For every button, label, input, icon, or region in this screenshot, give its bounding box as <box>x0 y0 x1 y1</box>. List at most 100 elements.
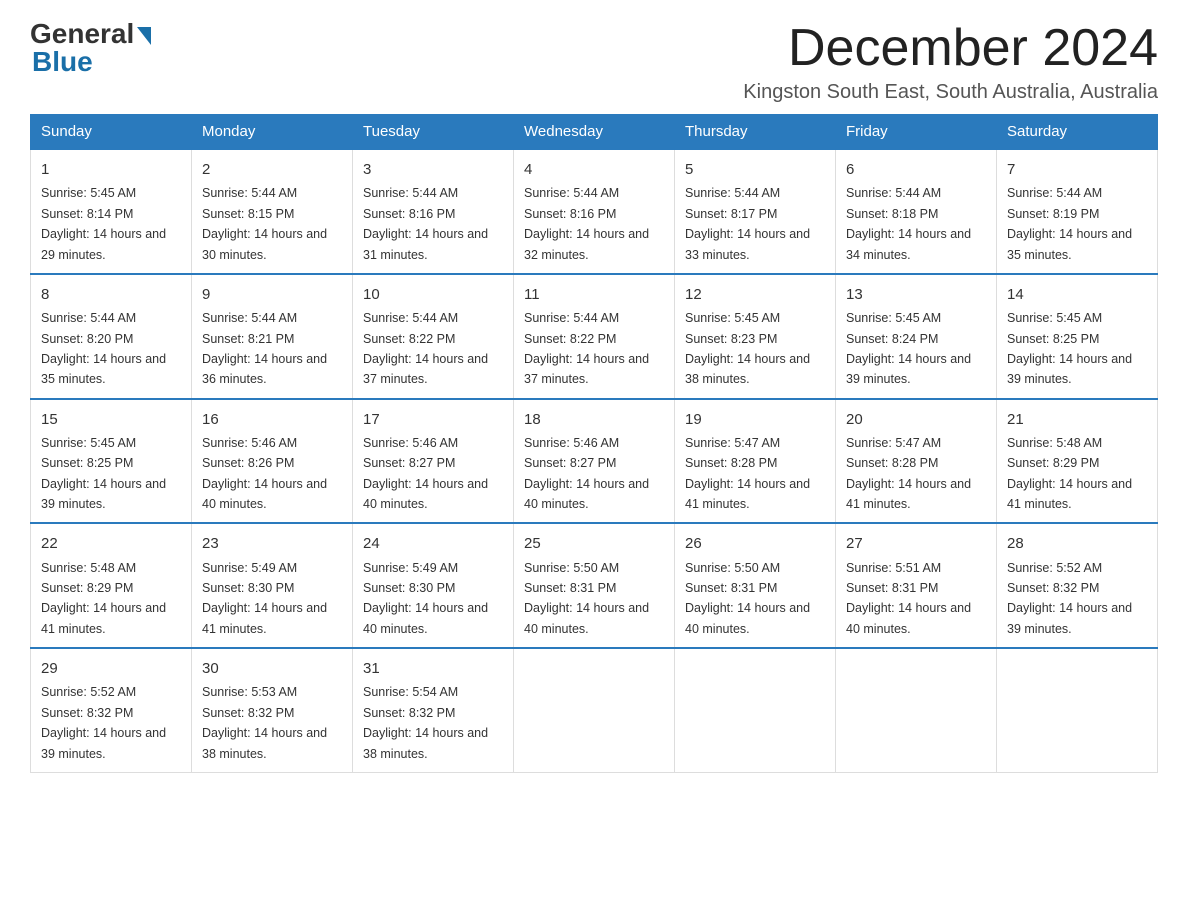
weekday-header-monday: Monday <box>192 115 353 150</box>
calendar-table: SundayMondayTuesdayWednesdayThursdayFrid… <box>30 114 1158 773</box>
day-info: Sunrise: 5:50 AMSunset: 8:31 PMDaylight:… <box>685 561 810 636</box>
calendar-cell: 30 Sunrise: 5:53 AMSunset: 8:32 PMDayligh… <box>192 648 353 772</box>
day-number: 29 <box>41 657 181 680</box>
calendar-cell: 19 Sunrise: 5:47 AMSunset: 8:28 PMDayligh… <box>675 399 836 524</box>
logo-blue-text: Blue <box>32 46 93 78</box>
calendar-week-row: 15 Sunrise: 5:45 AMSunset: 8:25 PMDayligh… <box>31 399 1158 524</box>
day-number: 23 <box>202 532 342 555</box>
calendar-cell <box>514 648 675 772</box>
day-info: Sunrise: 5:53 AMSunset: 8:32 PMDaylight:… <box>202 685 327 760</box>
day-info: Sunrise: 5:45 AMSunset: 8:25 PMDaylight:… <box>1007 311 1132 386</box>
calendar-cell: 21 Sunrise: 5:48 AMSunset: 8:29 PMDayligh… <box>997 399 1158 524</box>
day-number: 14 <box>1007 283 1147 306</box>
day-number: 2 <box>202 158 342 181</box>
day-number: 19 <box>685 408 825 431</box>
day-info: Sunrise: 5:44 AMSunset: 8:22 PMDaylight:… <box>363 311 488 386</box>
day-info: Sunrise: 5:44 AMSunset: 8:20 PMDaylight:… <box>41 311 166 386</box>
month-title: December 2024 <box>743 20 1158 77</box>
calendar-cell <box>836 648 997 772</box>
day-info: Sunrise: 5:45 AMSunset: 8:24 PMDaylight:… <box>846 311 971 386</box>
page-header: General Blue December 2024 Kingston Sout… <box>30 20 1158 104</box>
calendar-cell: 12Sunrise: 5:45 AMSunset: 8:23 PMDayligh… <box>675 274 836 399</box>
day-number: 1 <box>41 158 181 181</box>
day-number: 20 <box>846 408 986 431</box>
day-info: Sunrise: 5:49 AMSunset: 8:30 PMDaylight:… <box>363 561 488 636</box>
calendar-cell: 2 Sunrise: 5:44 AMSunset: 8:15 PMDaylight… <box>192 149 353 274</box>
day-number: 21 <box>1007 408 1147 431</box>
day-info: Sunrise: 5:44 AMSunset: 8:15 PMDaylight:… <box>202 186 327 261</box>
calendar-cell: 20 Sunrise: 5:47 AMSunset: 8:28 PMDayligh… <box>836 399 997 524</box>
day-info: Sunrise: 5:46 AMSunset: 8:26 PMDaylight:… <box>202 436 327 511</box>
calendar-cell: 22 Sunrise: 5:48 AMSunset: 8:29 PMDayligh… <box>31 523 192 648</box>
day-number: 22 <box>41 532 181 555</box>
day-info: Sunrise: 5:47 AMSunset: 8:28 PMDaylight:… <box>846 436 971 511</box>
day-number: 31 <box>363 657 503 680</box>
calendar-cell: 27Sunrise: 5:51 AMSunset: 8:31 PMDayligh… <box>836 523 997 648</box>
day-info: Sunrise: 5:47 AMSunset: 8:28 PMDaylight:… <box>685 436 810 511</box>
day-info: Sunrise: 5:44 AMSunset: 8:18 PMDaylight:… <box>846 186 971 261</box>
calendar-cell: 31Sunrise: 5:54 AMSunset: 8:32 PMDayligh… <box>353 648 514 772</box>
day-number: 4 <box>524 158 664 181</box>
calendar-cell: 9 Sunrise: 5:44 AMSunset: 8:21 PMDaylight… <box>192 274 353 399</box>
day-number: 7 <box>1007 158 1147 181</box>
day-info: Sunrise: 5:45 AMSunset: 8:14 PMDaylight:… <box>41 186 166 261</box>
day-number: 5 <box>685 158 825 181</box>
day-number: 28 <box>1007 532 1147 555</box>
weekday-header-saturday: Saturday <box>997 115 1158 150</box>
day-info: Sunrise: 5:44 AMSunset: 8:22 PMDaylight:… <box>524 311 649 386</box>
calendar-cell: 4 Sunrise: 5:44 AMSunset: 8:16 PMDaylight… <box>514 149 675 274</box>
day-number: 27 <box>846 532 986 555</box>
day-info: Sunrise: 5:49 AMSunset: 8:30 PMDaylight:… <box>202 561 327 636</box>
day-number: 18 <box>524 408 664 431</box>
day-info: Sunrise: 5:46 AMSunset: 8:27 PMDaylight:… <box>524 436 649 511</box>
calendar-cell: 23 Sunrise: 5:49 AMSunset: 8:30 PMDayligh… <box>192 523 353 648</box>
logo-text: General <box>30 20 151 48</box>
weekday-header-tuesday: Tuesday <box>353 115 514 150</box>
day-number: 25 <box>524 532 664 555</box>
day-info: Sunrise: 5:44 AMSunset: 8:21 PMDaylight:… <box>202 311 327 386</box>
calendar-cell: 25 Sunrise: 5:50 AMSunset: 8:31 PMDayligh… <box>514 523 675 648</box>
title-area: December 2024 Kingston South East, South… <box>743 20 1158 104</box>
day-number: 13 <box>846 283 986 306</box>
calendar-cell: 8Sunrise: 5:44 AMSunset: 8:20 PMDaylight… <box>31 274 192 399</box>
weekday-header-friday: Friday <box>836 115 997 150</box>
calendar-cell: 28Sunrise: 5:52 AMSunset: 8:32 PMDayligh… <box>997 523 1158 648</box>
weekday-header-row: SundayMondayTuesdayWednesdayThursdayFrid… <box>31 115 1158 150</box>
logo-area: General Blue <box>30 20 151 78</box>
calendar-week-row: 22 Sunrise: 5:48 AMSunset: 8:29 PMDayligh… <box>31 523 1158 648</box>
weekday-header-sunday: Sunday <box>31 115 192 150</box>
logo-arrow-icon <box>137 27 151 45</box>
day-number: 17 <box>363 408 503 431</box>
logo-general-text: General <box>30 20 134 48</box>
location-subtitle: Kingston South East, South Australia, Au… <box>743 81 1158 104</box>
calendar-cell: 18 Sunrise: 5:46 AMSunset: 8:27 PMDayligh… <box>514 399 675 524</box>
calendar-cell: 7Sunrise: 5:44 AMSunset: 8:19 PMDaylight… <box>997 149 1158 274</box>
day-info: Sunrise: 5:44 AMSunset: 8:16 PMDaylight:… <box>524 186 649 261</box>
day-number: 6 <box>846 158 986 181</box>
day-info: Sunrise: 5:44 AMSunset: 8:17 PMDaylight:… <box>685 186 810 261</box>
day-info: Sunrise: 5:45 AMSunset: 8:25 PMDaylight:… <box>41 436 166 511</box>
day-number: 24 <box>363 532 503 555</box>
day-number: 16 <box>202 408 342 431</box>
day-number: 26 <box>685 532 825 555</box>
calendar-cell: 29Sunrise: 5:52 AMSunset: 8:32 PMDayligh… <box>31 648 192 772</box>
calendar-cell: 1 Sunrise: 5:45 AMSunset: 8:14 PMDaylight… <box>31 149 192 274</box>
calendar-week-row: 29Sunrise: 5:52 AMSunset: 8:32 PMDayligh… <box>31 648 1158 772</box>
day-info: Sunrise: 5:48 AMSunset: 8:29 PMDaylight:… <box>1007 436 1132 511</box>
calendar-week-row: 1 Sunrise: 5:45 AMSunset: 8:14 PMDaylight… <box>31 149 1158 274</box>
day-info: Sunrise: 5:48 AMSunset: 8:29 PMDaylight:… <box>41 561 166 636</box>
calendar-cell <box>997 648 1158 772</box>
day-number: 30 <box>202 657 342 680</box>
weekday-header-wednesday: Wednesday <box>514 115 675 150</box>
calendar-cell: 15 Sunrise: 5:45 AMSunset: 8:25 PMDayligh… <box>31 399 192 524</box>
calendar-cell: 10Sunrise: 5:44 AMSunset: 8:22 PMDayligh… <box>353 274 514 399</box>
calendar-cell: 16 Sunrise: 5:46 AMSunset: 8:26 PMDayligh… <box>192 399 353 524</box>
calendar-cell: 5 Sunrise: 5:44 AMSunset: 8:17 PMDaylight… <box>675 149 836 274</box>
calendar-cell: 13 Sunrise: 5:45 AMSunset: 8:24 PMDayligh… <box>836 274 997 399</box>
day-number: 11 <box>524 283 664 306</box>
day-info: Sunrise: 5:50 AMSunset: 8:31 PMDaylight:… <box>524 561 649 636</box>
day-number: 15 <box>41 408 181 431</box>
day-number: 9 <box>202 283 342 306</box>
day-info: Sunrise: 5:45 AMSunset: 8:23 PMDaylight:… <box>685 311 810 386</box>
calendar-week-row: 8Sunrise: 5:44 AMSunset: 8:20 PMDaylight… <box>31 274 1158 399</box>
